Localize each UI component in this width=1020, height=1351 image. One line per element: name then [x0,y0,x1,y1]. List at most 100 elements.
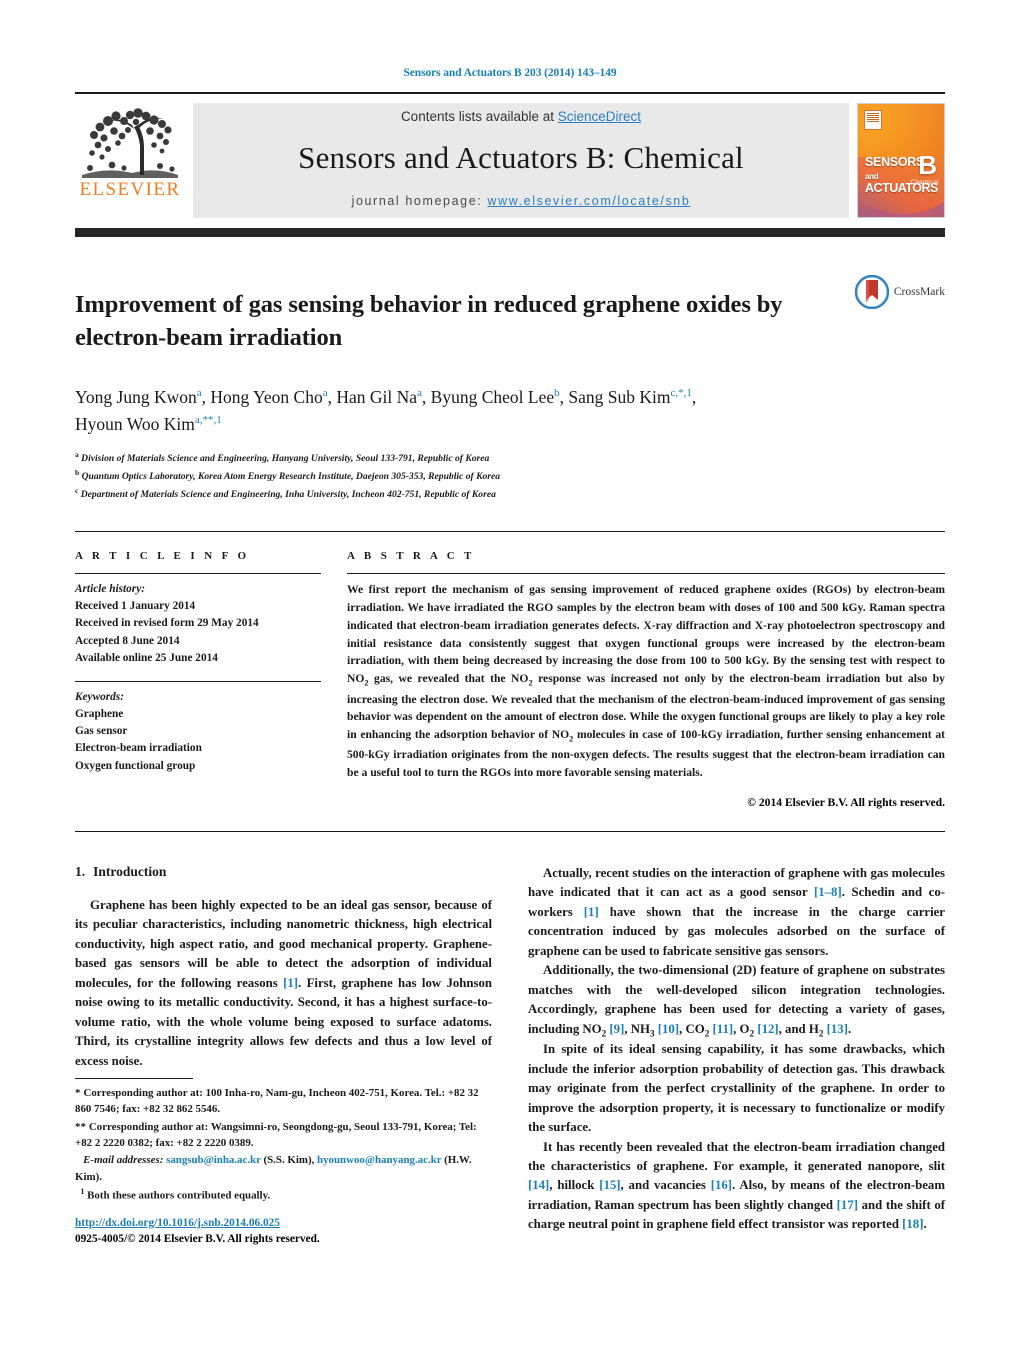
abstract-rule [347,573,945,575]
section-title: Introduction [93,864,167,880]
citation-ref[interactable]: [12] [757,1022,778,1036]
paragraph: Actually, recent studies on the interact… [528,864,945,961]
history-item: Accepted 8 June 2014 [75,634,180,647]
elsevier-logo: ELSEVIER [75,103,185,218]
footnote-emails: E-mail addresses: sangsub@inha.ac.kr (S.… [75,1154,472,1183]
author-sep: , [691,387,697,408]
citation-ref[interactable]: [18] [902,1217,923,1231]
cover-elsevier-mark-icon [864,110,882,130]
footnote-corresponding-author-1: * Corresponding author at: 100 Inha-ro, N… [75,1085,495,1118]
author-affil-mark: c,*,1 [670,387,692,400]
email-owner-1: (S.S. Kim) [263,1154,312,1167]
footnote-mark: 1 [80,1187,85,1197]
citation-ref[interactable]: [9] [609,1022,624,1036]
cover-and: and [865,172,879,182]
article-history-block: Article history: Received 1 January 2014… [75,581,321,667]
author-name: Yong Jung Kwon [75,387,197,408]
info-section-top-rule [75,531,945,533]
footnote-mark: ** [75,1120,86,1133]
footnote-corresponding-author-2: ** Corresponding author at: Wangsimni-ro,… [75,1119,495,1152]
citation-ref[interactable]: [11] [713,1022,734,1036]
footnote-equal-contribution: 1 Both these authors contributed equally… [75,1186,495,1204]
footnote-mark: * [75,1087,81,1099]
journal-title: Sensors and Actuators B: Chemical [298,140,744,175]
affiliation-mark: c [75,486,79,496]
author-name: Han Gil Na [336,387,418,408]
citation-ref[interactable]: [16] [711,1178,732,1192]
text-run: It has recently been revealed that the e… [528,1139,945,1173]
journal-cover-thumbnail: SENSORS and ACTUATORS B Chemical [857,103,945,218]
history-item: Available online 25 June 2014 [75,651,218,664]
paragraph: Additionally, the two-dimensional (2D) f… [528,961,945,1040]
crossmark-badge[interactable]: CrossMark [854,275,945,309]
paragraph: It has recently been revealed that the e… [528,1138,945,1235]
keyword-item: Gas sensor [75,725,128,738]
issn-copyright-line: 0925-4005/© 2014 Elsevier B.V. All right… [75,1233,320,1246]
footer-doi-block: http://dx.doi.org/10.1016/j.snb.2014.06.… [75,1215,320,1248]
citation-ref[interactable]: [13] [827,1022,848,1036]
keywords-label: Keywords: [75,690,124,703]
cover-letter-b: B [918,150,937,180]
text-run: , NH [624,1021,650,1036]
text-run: , and H [778,1021,819,1036]
body-column-right: Actually, recent studies on the interact… [528,864,945,1235]
info-section-bottom-rule [75,831,945,833]
abstract-part: We first report the mechanism of gas sen… [347,583,945,686]
article-info-rule [75,573,321,575]
text-run: , O [733,1021,750,1036]
subscript: 2 [704,1028,710,1039]
paragraph: Graphene has been highly expected to be … [75,896,492,1071]
affiliation-text: Department of Materials Science and Engi… [80,489,496,501]
author-list: Yong Jung Kwona, Hong Yeon Choa, Han Gil… [75,384,945,437]
affiliation-text: Quantum Optics Laboratory, Korea Atom En… [81,471,501,483]
elsevier-tree-icon [82,108,178,178]
info-abstract-row: A R T I C L E I N F O Article history: R… [75,550,945,809]
footnote-text: Corresponding author at: Wangsimni-ro, S… [75,1120,477,1150]
subscript: 2 [601,1028,607,1039]
paragraph: In spite of its ideal sensing capability… [528,1042,945,1135]
keyword-item: Electron-beam irradiation [75,742,202,755]
citation-ref[interactable]: [10] [658,1022,679,1036]
text-run: , and vacancies [620,1178,711,1193]
email-link-2[interactable]: hyounwoo@hanyang.ac.kr [317,1154,441,1166]
article-info-heading: A R T I C L E I N F O [75,550,250,563]
keywords-block: Keywords: Graphene Gas sensor Electron-b… [75,689,321,775]
affiliation-item: a Division of Materials Science and Engi… [75,449,945,467]
subscript: 2 [749,1028,755,1039]
subscript: 3 [649,1028,655,1039]
sciencedirect-link[interactable]: ScienceDirect [558,109,641,124]
doi-link[interactable]: http://dx.doi.org/10.1016/j.snb.2014.06.… [75,1217,280,1229]
citation-ref[interactable]: [1] [283,976,298,990]
cover-subtitle: Chemical [910,180,939,186]
citation-ref[interactable]: [14] [528,1178,549,1192]
contents-line: Contents lists available at ScienceDirec… [401,109,641,124]
text-run: . [923,1217,927,1232]
running-head: Sensors and Actuators B 203 (2014) 143–1… [403,67,617,79]
abstract-part: gas, we revealed that the NO [368,672,529,686]
citation-ref[interactable]: [1] [584,905,599,919]
affiliation-mark: a [75,449,79,459]
affiliation-mark: b [75,468,80,478]
footnotes-block: * Corresponding author at: 100 Inha-ro, N… [75,1078,495,1205]
title-row: Improvement of gas sensing behavior in r… [75,273,945,370]
citation-ref[interactable]: [15] [599,1178,620,1192]
cover-line1: SENSORS [865,155,925,169]
affiliation-text: Division of Materials Science and Engine… [81,453,490,465]
journal-masthead: ELSEVIER Contents lists available at Sci… [75,92,945,218]
journal-band: Contents lists available at ScienceDirec… [193,103,849,218]
journal-homepage-line: journal homepage: www.elsevier.com/locat… [352,194,691,208]
citation-ref[interactable]: [1–8] [814,885,842,899]
author-name: Hong Yeon Cho [210,387,323,408]
homepage-prefix: journal homepage: [351,194,488,208]
abstract-copyright: © 2014 Elsevier B.V. All rights reserved… [747,796,945,810]
affiliations: a Division of Materials Science and Engi… [75,449,945,503]
text-run: , hillock [549,1178,600,1193]
crossmark-label: CrossMark [893,286,945,298]
section-number: 1. [75,864,86,880]
email-link-1[interactable]: sangsub@inha.ac.kr [166,1154,261,1166]
journal-homepage-link[interactable]: www.elsevier.com/locate/snb [487,194,690,208]
author-name: Byung Cheol Lee [430,387,555,408]
citation-ref[interactable]: [17] [837,1198,858,1212]
history-item: Received 1 January 2014 [75,600,196,613]
crossmark-icon [854,275,889,309]
